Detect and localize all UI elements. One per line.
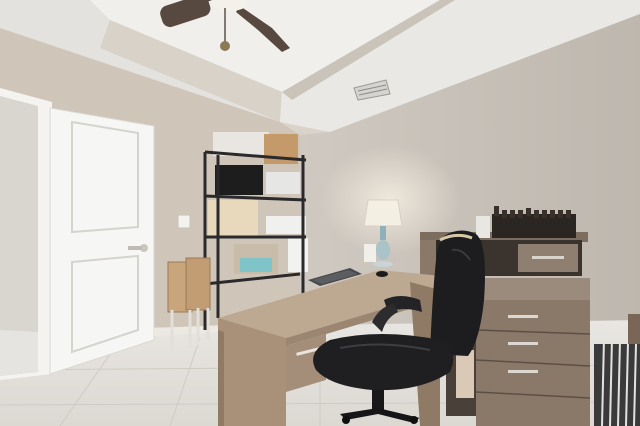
room-illustration (0, 0, 640, 426)
light-switch[interactable] (177, 214, 191, 229)
doorway (0, 88, 52, 380)
open-door[interactable] (49, 107, 155, 375)
room-photo (0, 0, 640, 426)
drawer-handle[interactable] (508, 315, 538, 318)
drawer-handle[interactable] (508, 342, 538, 345)
drawer-handle[interactable] (508, 370, 538, 373)
computer-mouse[interactable] (376, 271, 388, 277)
